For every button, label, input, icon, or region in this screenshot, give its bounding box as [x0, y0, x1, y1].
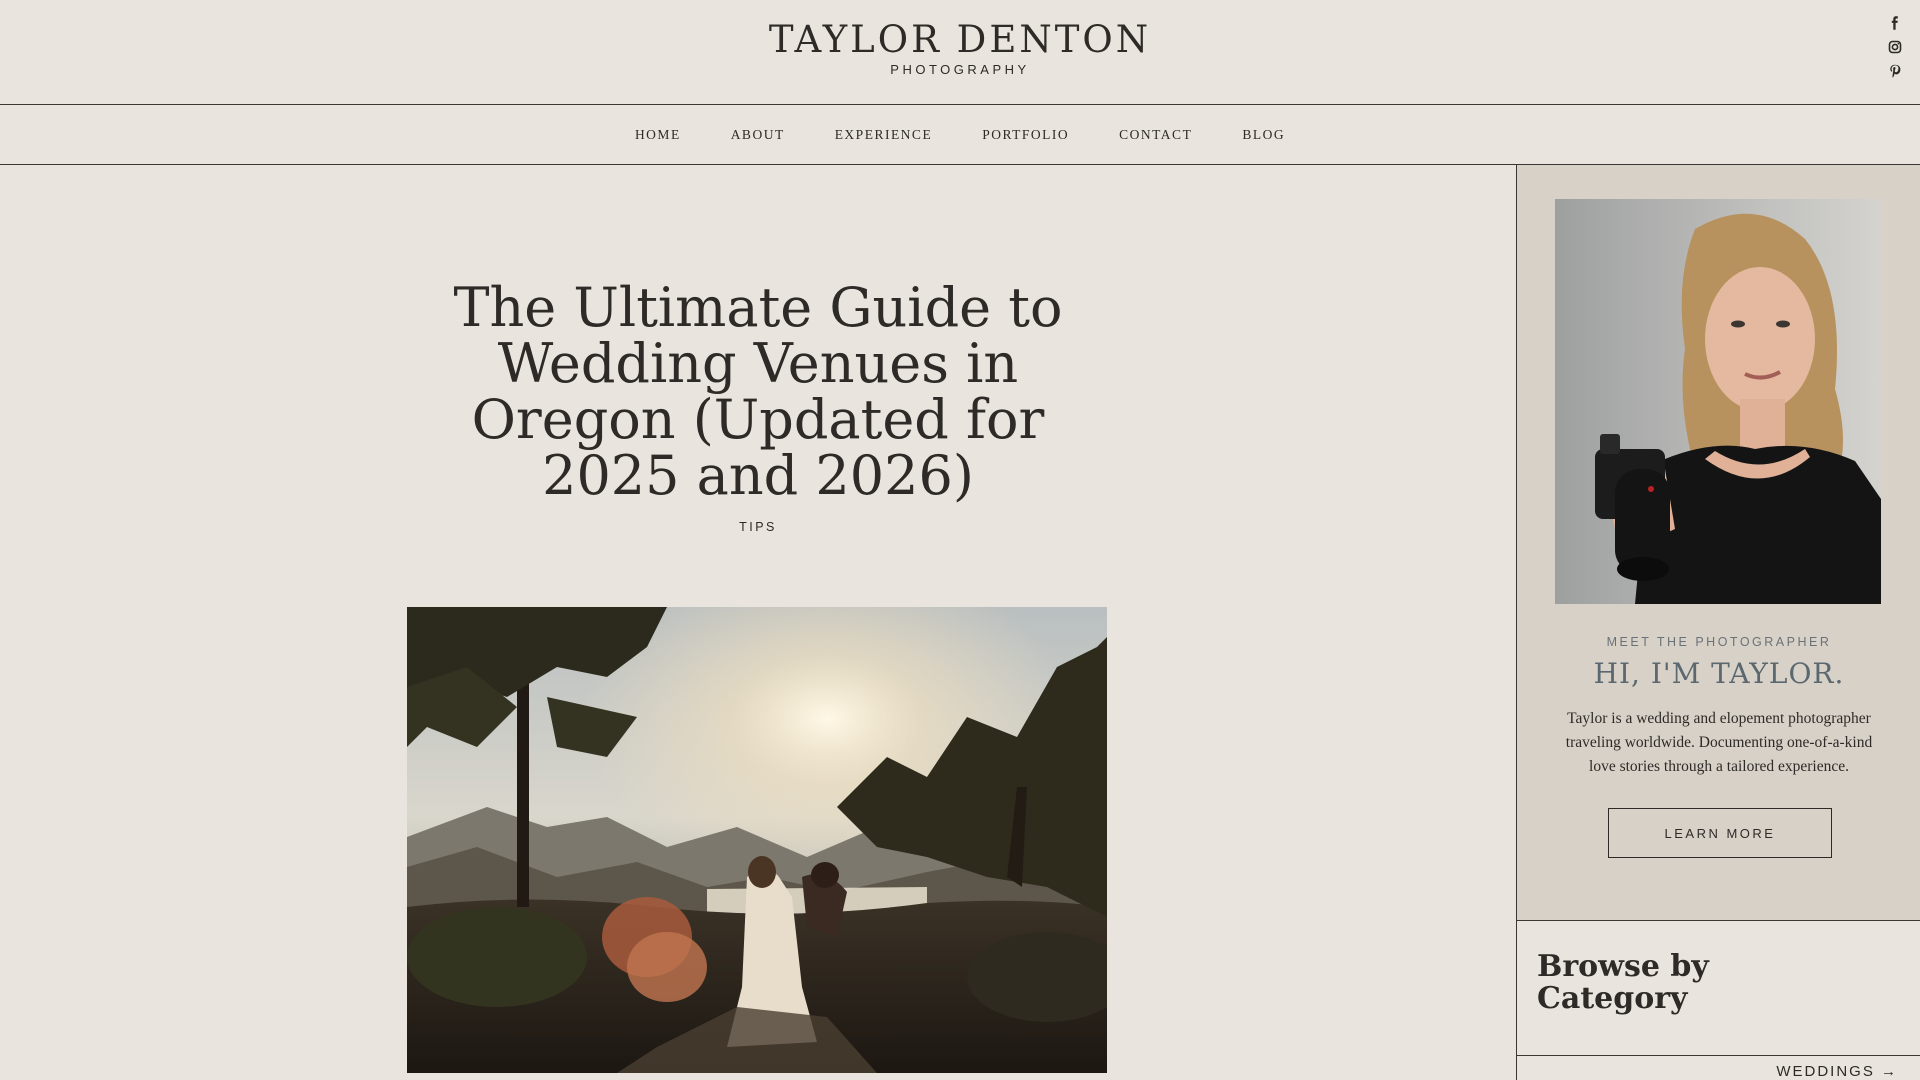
- photographer-bio: Taylor is a wedding and elopement photog…: [1565, 710, 1873, 775]
- nav-item-about[interactable]: ABOUT: [706, 127, 810, 143]
- pinterest-icon[interactable]: [1888, 64, 1902, 78]
- site-header: TAYLOR DENTON PHOTOGRAPHY: [0, 0, 1920, 105]
- about-card: MEET THE PHOTOGRAPHER HI, I'M TAYLOR. Ta…: [1517, 165, 1920, 921]
- sidebar-heading: HI, I'M TAYLOR.: [1593, 657, 1845, 690]
- sidebar: MEET THE PHOTOGRAPHER HI, I'M TAYLOR. Ta…: [1516, 165, 1920, 1080]
- site-logo[interactable]: TAYLOR DENTON PHOTOGRAPHY: [0, 18, 1920, 77]
- post-title: The Ultimate Guide to Wedding Venues in …: [453, 276, 1063, 507]
- nav-item-portfolio[interactable]: PORTFOLIO: [957, 127, 1094, 143]
- meet-label: MEET THE PHOTOGRAPHER: [1606, 635, 1832, 649]
- hero-image: [407, 607, 1107, 1073]
- main-nav: HOME ABOUT EXPERIENCE PORTFOLIO CONTACT …: [0, 105, 1920, 165]
- nav-item-experience[interactable]: EXPERIENCE: [810, 127, 958, 143]
- learn-more-button[interactable]: LEARN MORE: [1608, 808, 1832, 858]
- category-divider: [1517, 1055, 1920, 1056]
- category-item-weddings[interactable]: WEDDINGS →: [1776, 1063, 1898, 1080]
- browse-by-category-title: Browse by Category: [1537, 949, 1709, 1016]
- social-links: [1888, 16, 1902, 88]
- facebook-icon[interactable]: [1888, 16, 1902, 30]
- post-category[interactable]: TIPS: [420, 520, 1096, 534]
- nav-item-contact[interactable]: CONTACT: [1094, 127, 1217, 143]
- logo-name: TAYLOR DENTON: [768, 18, 1152, 61]
- photographer-portrait: [1555, 199, 1881, 604]
- nav-list: HOME ABOUT EXPERIENCE PORTFOLIO CONTACT …: [0, 105, 1920, 165]
- nav-item-blog[interactable]: BLOG: [1217, 127, 1310, 143]
- post-main: The Ultimate Guide to Wedding Venues in …: [0, 165, 1516, 1080]
- nav-item-home[interactable]: HOME: [610, 127, 706, 143]
- instagram-icon[interactable]: [1888, 40, 1902, 54]
- logo-subtitle: PHOTOGRAPHY: [890, 62, 1030, 77]
